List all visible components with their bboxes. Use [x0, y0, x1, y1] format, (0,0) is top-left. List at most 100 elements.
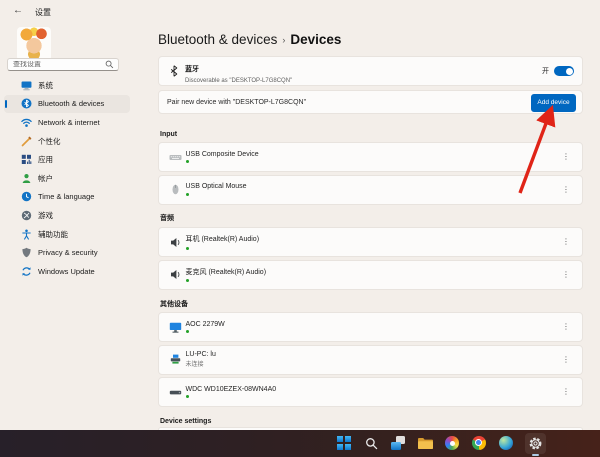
update-icon: [21, 266, 32, 277]
device-row-lu-pc[interactable]: LU-PC: lu 未连接 ⋮: [158, 344, 583, 375]
more-options-icon[interactable]: ⋮: [562, 388, 570, 396]
task-view-icon: [391, 436, 405, 450]
search-icon: [365, 437, 377, 449]
search-icon: [105, 60, 114, 69]
settings-search-box[interactable]: [7, 58, 119, 71]
user-avatar[interactable]: [17, 27, 51, 61]
device-name: AOC 2279W: [185, 320, 225, 328]
toggle-state-label: 开: [542, 68, 549, 75]
gear-icon: [529, 437, 541, 449]
device-row-microphone[interactable]: 麦克风 (Realtek(R) Audio) ⋮: [158, 259, 583, 290]
sidebar-item-label: 游戏: [38, 210, 53, 220]
sidebar-item-label: Bluetooth & devices: [38, 99, 105, 109]
bluetooth-glyph-icon: [170, 65, 178, 77]
device-name: LU-PC: lu: [185, 350, 216, 358]
monitor-icon: [169, 321, 182, 334]
status-connected-dot: [185, 395, 189, 399]
more-options-icon[interactable]: ⋮: [562, 238, 570, 246]
clock-icon: [21, 191, 32, 202]
task-view-button[interactable]: [390, 435, 406, 451]
chrome-button[interactable]: [471, 435, 487, 451]
sidebar-item-network[interactable]: Network & internet: [4, 113, 130, 132]
mouse-icon: [169, 183, 182, 196]
status-connected-dot: [185, 192, 189, 196]
chrome-icon: [472, 436, 486, 450]
device-status-text: 未连接: [185, 362, 204, 369]
breadcrumb-parent[interactable]: Bluetooth & devices: [158, 32, 277, 47]
start-button[interactable]: [336, 435, 352, 451]
folder-icon: [418, 438, 433, 449]
keyboard-icon: [169, 151, 182, 164]
sidebar-nav: 系统 Bluetooth & devices Network & interne…: [4, 76, 130, 281]
file-explorer-button[interactable]: [417, 435, 433, 451]
hard-drive-icon: [169, 386, 182, 399]
sidebar-item-label: Privacy & security: [38, 248, 98, 258]
sidebar-item-accounts[interactable]: 帐户: [4, 169, 130, 188]
status-connected-dot: [185, 160, 189, 164]
bluetooth-description: Discoverable as "DESKTOP-L7G8CQN": [185, 77, 293, 84]
sidebar-item-label: 帐户: [38, 173, 53, 183]
bluetooth-card: 蓝牙 Discoverable as "DESKTOP-L7G8CQN" 开: [158, 56, 583, 86]
bluetooth-icon: [21, 98, 32, 109]
section-input-label: Input: [160, 131, 178, 138]
sidebar-item-accessibility[interactable]: 辅助功能: [4, 225, 130, 244]
bluetooth-toggle[interactable]: [554, 66, 574, 76]
breadcrumb: Bluetooth & devices › Devices: [158, 32, 341, 47]
sidebar-item-time-language[interactable]: Time & language: [4, 188, 130, 207]
section-device-settings-label: Device settings: [160, 417, 212, 425]
chevron-right-icon: ›: [282, 35, 286, 45]
toggle-knob: [565, 67, 573, 75]
status-connected-dot: [185, 279, 189, 283]
system-icon: [21, 80, 32, 91]
person-icon: [21, 173, 32, 184]
device-row-headphones[interactable]: 耳机 (Realtek(R) Audio) ⋮: [158, 227, 583, 257]
active-app-indicator: [531, 453, 539, 456]
search-input[interactable]: [8, 61, 105, 68]
back-button[interactable]: ←: [13, 5, 23, 16]
section-other-devices-label: 其他设备: [160, 301, 188, 308]
color-wheel-app-button[interactable]: [444, 435, 460, 451]
color-wheel-icon: [445, 436, 459, 450]
globe-app-icon: [499, 436, 513, 450]
pair-device-label: Pair new device with "DESKTOP-L7G8CQN": [167, 98, 307, 106]
sidebar-item-privacy-security[interactable]: Privacy & security: [4, 243, 130, 262]
device-row-wdc-drive[interactable]: WDC WD10EZEX-08WN4A0 ⋮: [158, 377, 583, 407]
more-options-icon[interactable]: ⋮: [562, 270, 570, 279]
shield-icon: [21, 247, 32, 258]
device-name: WDC WD10EZEX-08WN4A0: [185, 385, 277, 393]
sidebar-item-windows-update[interactable]: Windows Update: [4, 262, 130, 281]
sidebar-item-bluetooth-devices[interactable]: Bluetooth & devices: [4, 94, 130, 114]
sidebar-item-personalization[interactable]: 个性化: [4, 132, 130, 151]
more-options-icon[interactable]: ⋮: [562, 355, 570, 364]
page-title: Devices: [290, 32, 342, 47]
sidebar-item-system[interactable]: 系统: [4, 76, 130, 95]
sidebar-item-label: Windows Update: [38, 266, 95, 276]
sidebar-item-label: 辅助功能: [38, 229, 68, 239]
device-name: USB Optical Mouse: [185, 183, 247, 191]
brush-icon: [21, 136, 32, 147]
settings-taskbar-button[interactable]: [527, 435, 543, 451]
sidebar-item-label: 系统: [38, 80, 53, 90]
bluetooth-name: 蓝牙: [185, 66, 199, 74]
section-audio-label: 音频: [160, 215, 174, 222]
speaker-icon: [169, 268, 182, 281]
taskbar-search-button[interactable]: [363, 435, 379, 451]
globe-app-button[interactable]: [498, 435, 514, 451]
status-connected-dot: [185, 330, 189, 334]
apps-icon: [21, 154, 32, 165]
sidebar-item-label: 应用: [38, 155, 53, 165]
annotation-arrow: [518, 104, 556, 194]
xbox-icon: [21, 210, 32, 221]
device-row-aoc-monitor[interactable]: AOC 2279W ⋮: [158, 312, 583, 342]
device-name: USB Composite Device: [185, 150, 259, 158]
more-options-icon[interactable]: ⋮: [562, 323, 570, 331]
device-name: 麦克风 (Realtek(R) Audio): [185, 268, 267, 276]
sidebar-item-label: Time & language: [38, 192, 95, 202]
desktop: ← 设置 系统 Bluetooth & devices Network & in…: [0, 0, 600, 457]
device-name: 耳机 (Realtek(R) Audio): [185, 236, 260, 244]
wifi-icon: [21, 117, 32, 128]
sidebar-item-apps[interactable]: 应用: [4, 150, 130, 169]
windows-logo-icon: [337, 436, 351, 450]
sidebar-item-gaming[interactable]: 游戏: [4, 206, 130, 225]
sidebar-item-label: Network & internet: [38, 117, 100, 127]
